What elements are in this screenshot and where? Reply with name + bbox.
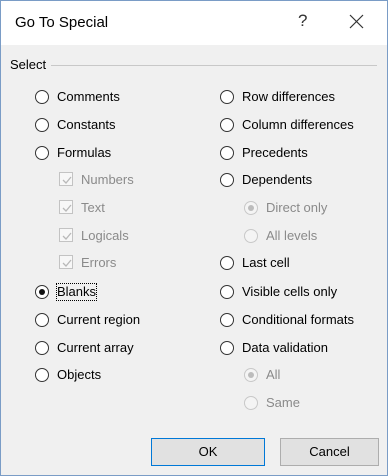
radio-button[interactable] [220,118,234,132]
radio-label: Column differences [242,117,354,132]
radio-label: Precedents [242,145,308,160]
radio-button[interactable] [35,90,49,104]
dialog-title: Go To Special [15,14,109,31]
radio-button[interactable] [244,201,258,215]
radio-button[interactable] [35,368,49,382]
radio-button[interactable] [244,368,258,382]
radio-button[interactable] [35,118,49,132]
checkmark-icon [62,176,72,184]
radio-label: Data validation [242,340,328,355]
help-button[interactable]: ? [298,11,307,31]
radio-label: Comments [57,89,120,104]
checkbox-label: Text [81,200,105,215]
radio-label: Row differences [242,89,335,104]
go-to-special-dialog: Go To Special ? Select Comments Constant… [0,0,388,476]
group-divider [51,65,377,66]
radio-button[interactable] [220,285,234,299]
checkbox-label: Logicals [81,228,129,243]
radio-label: Same [266,395,300,410]
checkbox-errors[interactable] [59,255,73,269]
checkbox-logicals[interactable] [59,228,73,242]
radio-label: All [266,367,281,382]
radio-button[interactable] [220,90,234,104]
radio-label: Dependents [242,172,313,187]
radio-label: Formulas [57,145,112,160]
radio-button[interactable] [220,256,234,270]
radio-label: Conditional formats [242,312,354,327]
close-icon[interactable] [346,11,368,33]
radio-button[interactable] [244,229,258,243]
radio-label: Current array [57,340,134,355]
radio-label: Constants [57,117,116,132]
checkmark-icon [62,259,72,267]
checkmark-icon [62,232,72,240]
radio-button[interactable] [244,396,258,410]
radio-button[interactable] [220,173,234,187]
radio-button[interactable] [220,313,234,327]
radio-button[interactable] [35,313,49,327]
radio-button[interactable] [35,285,49,299]
radio-button[interactable] [35,341,49,355]
radio-label: Last cell [242,255,290,270]
radio-button[interactable] [220,341,234,355]
radio-label: Current region [57,312,141,327]
radio-label: Blanks [55,283,98,301]
radio-button[interactable] [220,146,234,160]
cancel-button[interactable]: Cancel [280,438,379,466]
checkbox-label: Numbers [81,172,134,187]
checkmark-icon [62,204,72,212]
ok-button[interactable]: OK [151,438,265,466]
select-group-label: Select [10,57,47,72]
radio-label: Direct only [266,200,328,215]
radio-button[interactable] [35,146,49,160]
checkbox-label: Errors [81,255,117,270]
radio-label: All levels [266,228,318,243]
checkbox-text[interactable] [59,200,73,214]
checkbox-numbers[interactable] [59,172,73,186]
title-bar: Go To Special ? [1,1,387,45]
radio-label: Objects [57,367,102,382]
radio-label: Visible cells only [242,284,338,299]
